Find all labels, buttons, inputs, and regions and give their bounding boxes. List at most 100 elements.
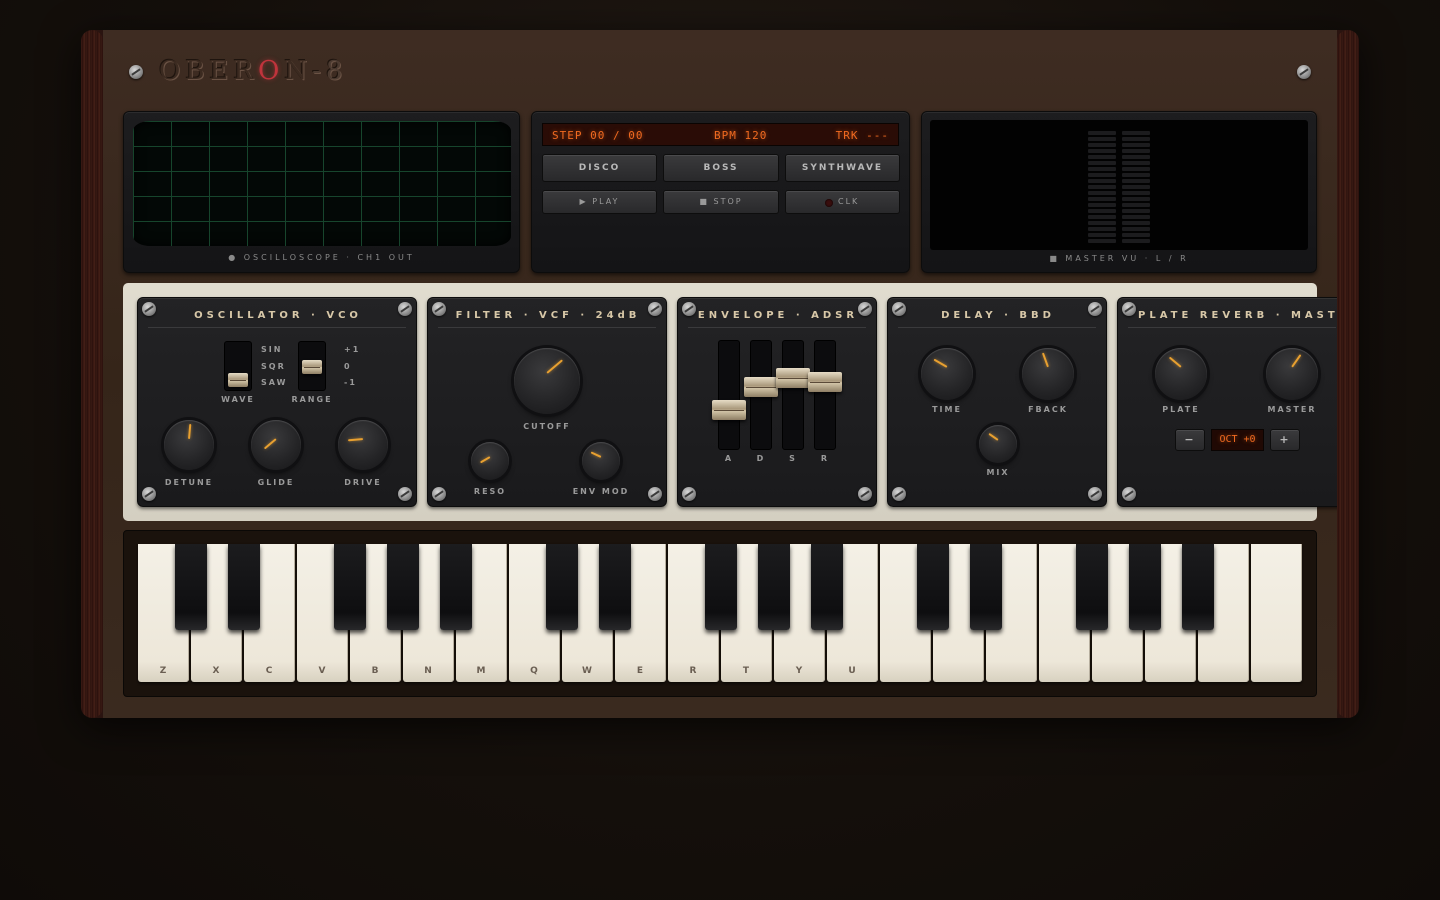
module-rack: OSCILLATOR · VCO SIN SQR SAW WAVE +1 0 -…	[123, 283, 1337, 521]
step-readout: STEP 00 / 00	[552, 129, 644, 142]
plate-knob[interactable]	[1155, 348, 1207, 400]
black-key[interactable]	[175, 544, 207, 630]
release-label: R	[820, 454, 830, 463]
decay-fader[interactable]	[744, 377, 778, 397]
black-key[interactable]	[811, 544, 843, 630]
logo-accent-letter: O	[257, 56, 285, 86]
vu-segment	[1122, 143, 1150, 147]
detune-label: DETUNE	[164, 478, 214, 487]
delay-mix-label: MIX	[986, 468, 1010, 477]
preset-synthwave-button[interactable]: SYNTHWAVE	[785, 154, 900, 182]
glide-knob[interactable]	[251, 420, 301, 470]
vu-segment	[1088, 221, 1116, 225]
plate-label: PLATE	[1162, 405, 1200, 414]
filter-module: FILTER · VCF · 24dB CUTOFF RESO ENV MOD	[427, 297, 667, 507]
vu-meter-left	[1088, 131, 1116, 243]
range-switch[interactable]	[298, 341, 326, 391]
glide-label: GLIDE	[257, 478, 295, 487]
module-title: ENVELOPE · ADSR	[697, 310, 859, 321]
octave-down-button[interactable]: −	[1175, 429, 1205, 451]
wave-switch-handle[interactable]	[228, 373, 248, 387]
sustain-fader[interactable]	[776, 368, 810, 388]
screw-icon	[682, 487, 696, 501]
black-key[interactable]	[228, 544, 260, 630]
preset-boss-button[interactable]: BOSS	[663, 154, 779, 182]
logo-text: OBER	[159, 56, 258, 86]
stop-button[interactable]: ■ STOP	[663, 190, 779, 214]
black-key[interactable]	[1182, 544, 1214, 630]
vu-segment	[1122, 215, 1150, 219]
screw-icon	[142, 487, 156, 501]
range-label: RANGE	[291, 395, 333, 404]
preset-disco-button[interactable]: DISCO	[542, 154, 657, 182]
black-key[interactable]	[440, 544, 472, 630]
black-key[interactable]	[970, 544, 1002, 630]
black-key[interactable]	[1129, 544, 1161, 630]
title-divider	[438, 327, 656, 328]
delay-time-knob[interactable]	[921, 348, 973, 400]
range-switch-handle[interactable]	[302, 360, 322, 374]
oscilloscope-screen	[133, 121, 511, 246]
vu-segment	[1088, 155, 1116, 159]
vu-segment	[1122, 227, 1150, 231]
cutoff-knob[interactable]	[514, 348, 580, 414]
master-knob[interactable]	[1266, 348, 1318, 400]
drive-knob[interactable]	[338, 420, 388, 470]
title-divider	[1128, 327, 1336, 328]
knob-indicator	[263, 438, 277, 450]
black-key[interactable]	[387, 544, 419, 630]
vu-segment	[1122, 239, 1150, 243]
clock-button[interactable]: CLK	[785, 190, 900, 214]
vu-segment	[1122, 209, 1150, 213]
wave-label: WAVE	[221, 395, 255, 404]
play-button[interactable]: ▶ PLAY	[542, 190, 657, 214]
vu-segment	[1088, 227, 1116, 231]
vu-segment	[1122, 173, 1150, 177]
black-key[interactable]	[758, 544, 790, 630]
vu-segment	[1122, 197, 1150, 201]
black-key[interactable]	[1076, 544, 1108, 630]
key-label: Z	[159, 666, 168, 676]
detune-knob[interactable]	[164, 420, 214, 470]
title-divider	[688, 327, 866, 328]
knob-indicator	[590, 451, 602, 458]
delay-mix-knob[interactable]	[979, 425, 1017, 463]
white-key[interactable]	[1251, 544, 1302, 682]
reso-knob[interactable]	[471, 442, 509, 480]
black-key[interactable]	[546, 544, 578, 630]
octave-up-button[interactable]: +	[1270, 429, 1300, 451]
title-divider	[898, 327, 1096, 328]
knob-indicator	[1041, 352, 1049, 368]
black-key[interactable]	[334, 544, 366, 630]
master-label: MASTER	[1267, 405, 1317, 414]
env-mod-knob[interactable]	[582, 442, 620, 480]
release-fader-track	[808, 340, 842, 450]
vu-segment	[1088, 191, 1116, 195]
key-label: X	[212, 666, 221, 676]
feedback-knob[interactable]	[1022, 348, 1074, 400]
key-label: W	[582, 666, 593, 676]
vu-segment	[1122, 179, 1150, 183]
vu-segment	[1122, 137, 1150, 141]
screw-icon	[129, 65, 143, 79]
black-key[interactable]	[917, 544, 949, 630]
key-label: T	[742, 666, 751, 676]
oscillator-module: OSCILLATOR · VCO SIN SQR SAW WAVE +1 0 -…	[137, 297, 417, 507]
black-key[interactable]	[705, 544, 737, 630]
black-key[interactable]	[599, 544, 631, 630]
release-fader[interactable]	[808, 372, 842, 392]
key-label: R	[689, 666, 698, 676]
master-vu-panel: ■ MASTER VU · L / R	[921, 111, 1317, 273]
oscilloscope-caption: ● OSCILLOSCOPE · CH1 OUT	[228, 253, 415, 262]
decay-fader-track	[744, 340, 778, 450]
vu-segment	[1088, 131, 1116, 135]
module-title: OSCILLATOR · VCO	[194, 310, 362, 321]
vu-segment	[1122, 185, 1150, 189]
attack-fader[interactable]	[712, 400, 746, 420]
key-label: U	[848, 666, 857, 676]
vu-segment	[1122, 191, 1150, 195]
vu-screen	[930, 120, 1308, 250]
wave-switch[interactable]	[224, 341, 252, 391]
vu-segment	[1088, 161, 1116, 165]
key-label: V	[318, 666, 327, 676]
